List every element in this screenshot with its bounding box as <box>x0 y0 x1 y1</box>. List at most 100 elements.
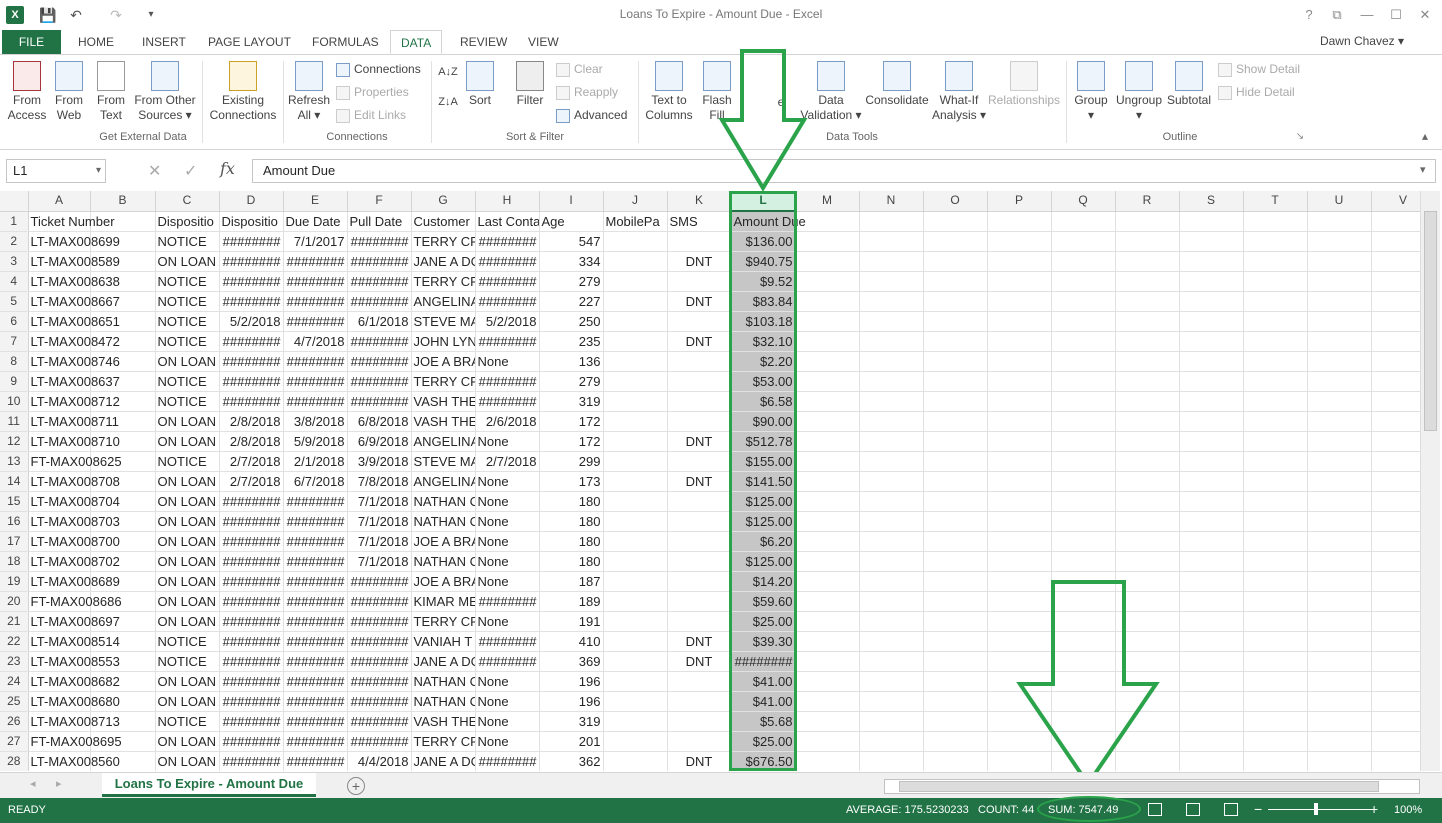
cell-e2[interactable]: 7/1/2017 <box>283 231 348 252</box>
cell-o10[interactable] <box>923 391 988 412</box>
cell-l19[interactable]: $14.20 <box>731 571 796 592</box>
cell-s3[interactable] <box>1179 251 1244 272</box>
cell-l12[interactable]: $512.78 <box>731 431 796 452</box>
row-header[interactable]: 26 <box>0 711 29 732</box>
cell-l28[interactable]: $676.50 <box>731 751 796 771</box>
filter-button[interactable]: Filter <box>510 61 550 108</box>
cell-e16[interactable]: ######## <box>283 511 348 532</box>
cell-k27[interactable] <box>667 731 732 752</box>
cell-p28[interactable] <box>987 751 1052 771</box>
cell-v3[interactable] <box>1371 251 1420 272</box>
cell-c20[interactable]: ON LOAN <box>155 591 220 612</box>
cell-l5[interactable]: $83.84 <box>731 291 796 312</box>
cell-q22[interactable] <box>1051 631 1116 652</box>
column-header-p[interactable]: P <box>987 191 1052 212</box>
cell-v2[interactable] <box>1371 231 1420 252</box>
page-layout-view-icon[interactable] <box>1186 803 1200 816</box>
cell-t12[interactable] <box>1243 431 1308 452</box>
cell-m22[interactable] <box>795 631 860 652</box>
cell-p16[interactable] <box>987 511 1052 532</box>
cell-g23[interactable]: JANE A DC <box>411 651 476 672</box>
cell-a5[interactable]: LT-MAX008667 <box>28 291 120 312</box>
cell-v12[interactable] <box>1371 431 1420 452</box>
text-to-columns-button[interactable]: Text to Columns <box>642 61 696 123</box>
zoom-in-button[interactable]: + <box>1370 801 1378 817</box>
cell-p27[interactable] <box>987 731 1052 752</box>
sort-button[interactable]: Sort <box>462 61 498 108</box>
cell-k7[interactable]: DNT <box>667 331 732 352</box>
cell-r14[interactable] <box>1115 471 1180 492</box>
cell-h16[interactable]: None <box>475 511 540 532</box>
cell-p22[interactable] <box>987 631 1052 652</box>
cell-p9[interactable] <box>987 371 1052 392</box>
cell-u4[interactable] <box>1307 271 1372 292</box>
cell-i5[interactable]: 227 <box>539 291 604 312</box>
cell-d22[interactable]: ######## <box>219 631 284 652</box>
cell-i8[interactable]: 136 <box>539 351 604 372</box>
cell-n5[interactable] <box>859 291 924 312</box>
from-other-sources-button[interactable]: From Other Sources ▾ <box>132 61 198 123</box>
cell-o23[interactable] <box>923 651 988 672</box>
cell-v8[interactable] <box>1371 351 1420 372</box>
remove-duplicates-label[interactable]: e <box>774 95 788 110</box>
cell-l3[interactable]: $940.75 <box>731 251 796 272</box>
cell-q2[interactable] <box>1051 231 1116 252</box>
cell-f1[interactable]: Pull Date <box>347 211 412 232</box>
cell-n14[interactable] <box>859 471 924 492</box>
cell-k3[interactable]: DNT <box>667 251 732 272</box>
cell-n24[interactable] <box>859 671 924 692</box>
cell-s25[interactable] <box>1179 691 1244 712</box>
cell-s4[interactable] <box>1179 271 1244 292</box>
cell-a12[interactable]: LT-MAX008710 <box>28 431 120 452</box>
cell-o2[interactable] <box>923 231 988 252</box>
cell-u11[interactable] <box>1307 411 1372 432</box>
cell-i7[interactable]: 235 <box>539 331 604 352</box>
cell-i14[interactable]: 173 <box>539 471 604 492</box>
cell-n28[interactable] <box>859 751 924 771</box>
cell-l4[interactable]: $9.52 <box>731 271 796 292</box>
cell-e20[interactable]: ######## <box>283 591 348 612</box>
cell-m4[interactable] <box>795 271 860 292</box>
cell-a4[interactable]: LT-MAX008638 <box>28 271 120 292</box>
cell-i13[interactable]: 299 <box>539 451 604 472</box>
cell-d17[interactable]: ######## <box>219 531 284 552</box>
cell-q6[interactable] <box>1051 311 1116 332</box>
name-box[interactable]: L1 <box>6 159 106 183</box>
cell-n2[interactable] <box>859 231 924 252</box>
cell-u13[interactable] <box>1307 451 1372 472</box>
tab-review[interactable]: REVIEW <box>450 30 517 54</box>
cell-m27[interactable] <box>795 731 860 752</box>
cell-p1[interactable] <box>987 211 1052 232</box>
cell-n17[interactable] <box>859 531 924 552</box>
cell-n11[interactable] <box>859 411 924 432</box>
cell-c22[interactable]: NOTICE <box>155 631 220 652</box>
cell-r4[interactable] <box>1115 271 1180 292</box>
cell-a15[interactable]: LT-MAX008704 <box>28 491 120 512</box>
cell-s6[interactable] <box>1179 311 1244 332</box>
cell-d12[interactable]: 2/8/2018 <box>219 431 284 452</box>
cell-n15[interactable] <box>859 491 924 512</box>
cell-f13[interactable]: 3/9/2018 <box>347 451 412 472</box>
cell-m9[interactable] <box>795 371 860 392</box>
column-header-r[interactable]: R <box>1115 191 1180 212</box>
cell-a9[interactable]: LT-MAX008637 <box>28 371 120 392</box>
cell-p13[interactable] <box>987 451 1052 472</box>
cell-t1[interactable] <box>1243 211 1308 232</box>
cell-l15[interactable]: $125.00 <box>731 491 796 512</box>
cell-f16[interactable]: 7/1/2018 <box>347 511 412 532</box>
cell-j28[interactable] <box>603 751 668 771</box>
cell-o1[interactable] <box>923 211 988 232</box>
cell-p5[interactable] <box>987 291 1052 312</box>
cell-n19[interactable] <box>859 571 924 592</box>
cell-u2[interactable] <box>1307 231 1372 252</box>
cell-g13[interactable]: STEVE MA <box>411 451 476 472</box>
cell-p2[interactable] <box>987 231 1052 252</box>
cell-q27[interactable] <box>1051 731 1116 752</box>
cell-h3[interactable]: ######## <box>475 251 540 272</box>
cell-a3[interactable]: LT-MAX008589 <box>28 251 120 272</box>
cell-t3[interactable] <box>1243 251 1308 272</box>
cancel-icon[interactable]: ✕ <box>148 161 161 181</box>
cell-t7[interactable] <box>1243 331 1308 352</box>
cell-k25[interactable] <box>667 691 732 712</box>
cell-s11[interactable] <box>1179 411 1244 432</box>
